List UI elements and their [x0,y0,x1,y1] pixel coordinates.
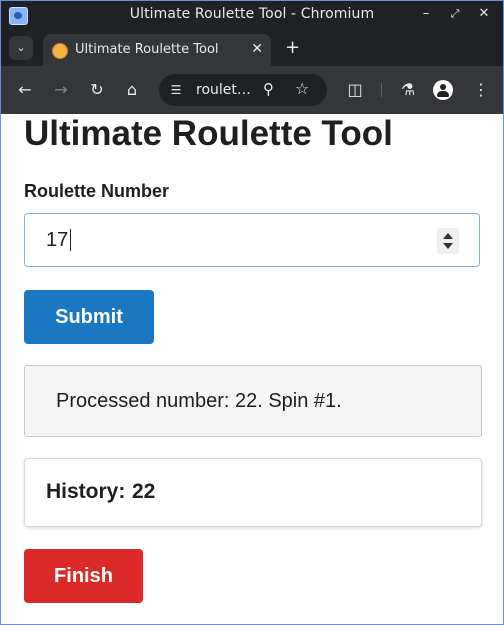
tab-title: Ultimate Roulette Tool [75,42,219,57]
zoom-icon[interactable]: ⚲ [263,80,274,98]
tab-ultimate-roulette-tool[interactable]: Ultimate Roulette Tool ✕ [43,34,271,66]
chevron-down-icon: ⌄ [16,41,26,54]
tab-close-icon[interactable]: ✕ [251,41,263,57]
reload-icon[interactable]: ↻ [86,79,108,101]
labs-icon[interactable]: ⚗ [397,79,419,101]
menu-icon[interactable]: ⋮ [470,79,492,101]
browser-toolbar: ← → ↻ ⌂ ☰ roulet… ⚲ ☆ ◫ ⚗ ⋮ [1,66,503,114]
result-message: Processed number: 22. Spin #1. [56,390,342,412]
roulette-number-label: Roulette Number [24,181,170,201]
history-label: History: [46,480,126,503]
text-cursor [70,229,71,251]
back-icon[interactable]: ← [14,79,36,101]
address-bar[interactable]: ☰ roulet… ⚲ ☆ [159,74,327,106]
roulette-number-input[interactable]: 17 [24,213,480,267]
new-tab-icon[interactable]: + [285,37,300,58]
history-value: 22 [132,480,156,503]
title-bar: Ultimate Roulette Tool - Chromium – ⤢ ✕ [1,1,503,30]
lightbulb-favicon-icon [52,43,68,59]
result-message-box: Processed number: 22. Spin #1. [24,365,482,437]
profile-icon[interactable] [433,80,453,100]
finish-button[interactable]: Finish [24,549,143,603]
close-icon[interactable]: ✕ [476,6,492,22]
page-content: Ultimate Roulette Tool Roulette Number 1… [1,114,503,624]
submit-button[interactable]: Submit [24,290,154,344]
extensions-icon[interactable]: ◫ [344,79,366,101]
restore-icon[interactable]: ⤢ [447,6,463,22]
star-icon[interactable]: ☆ [295,79,309,98]
number-stepper[interactable] [437,228,459,254]
home-icon[interactable]: ⌂ [121,79,143,101]
tab-strip: ⌄ Ultimate Roulette Tool ✕ + [1,30,503,66]
url-text[interactable]: roulet… [196,82,251,98]
browser-window: Ultimate Roulette Tool - Chromium – ⤢ ✕ … [0,0,504,625]
stepper-up-icon[interactable] [443,233,453,239]
roulette-number-value[interactable]: 17 [46,229,68,252]
page-title: Ultimate Roulette Tool [24,114,393,153]
site-info-icon[interactable]: ☰ [168,82,184,98]
history-box: History: 22 [24,458,482,527]
minimize-icon[interactable]: – [418,6,434,22]
stepper-down-icon[interactable] [443,243,453,249]
tab-search-button[interactable]: ⌄ [9,36,33,60]
forward-icon[interactable]: → [50,79,72,101]
toolbar-divider [381,83,382,97]
